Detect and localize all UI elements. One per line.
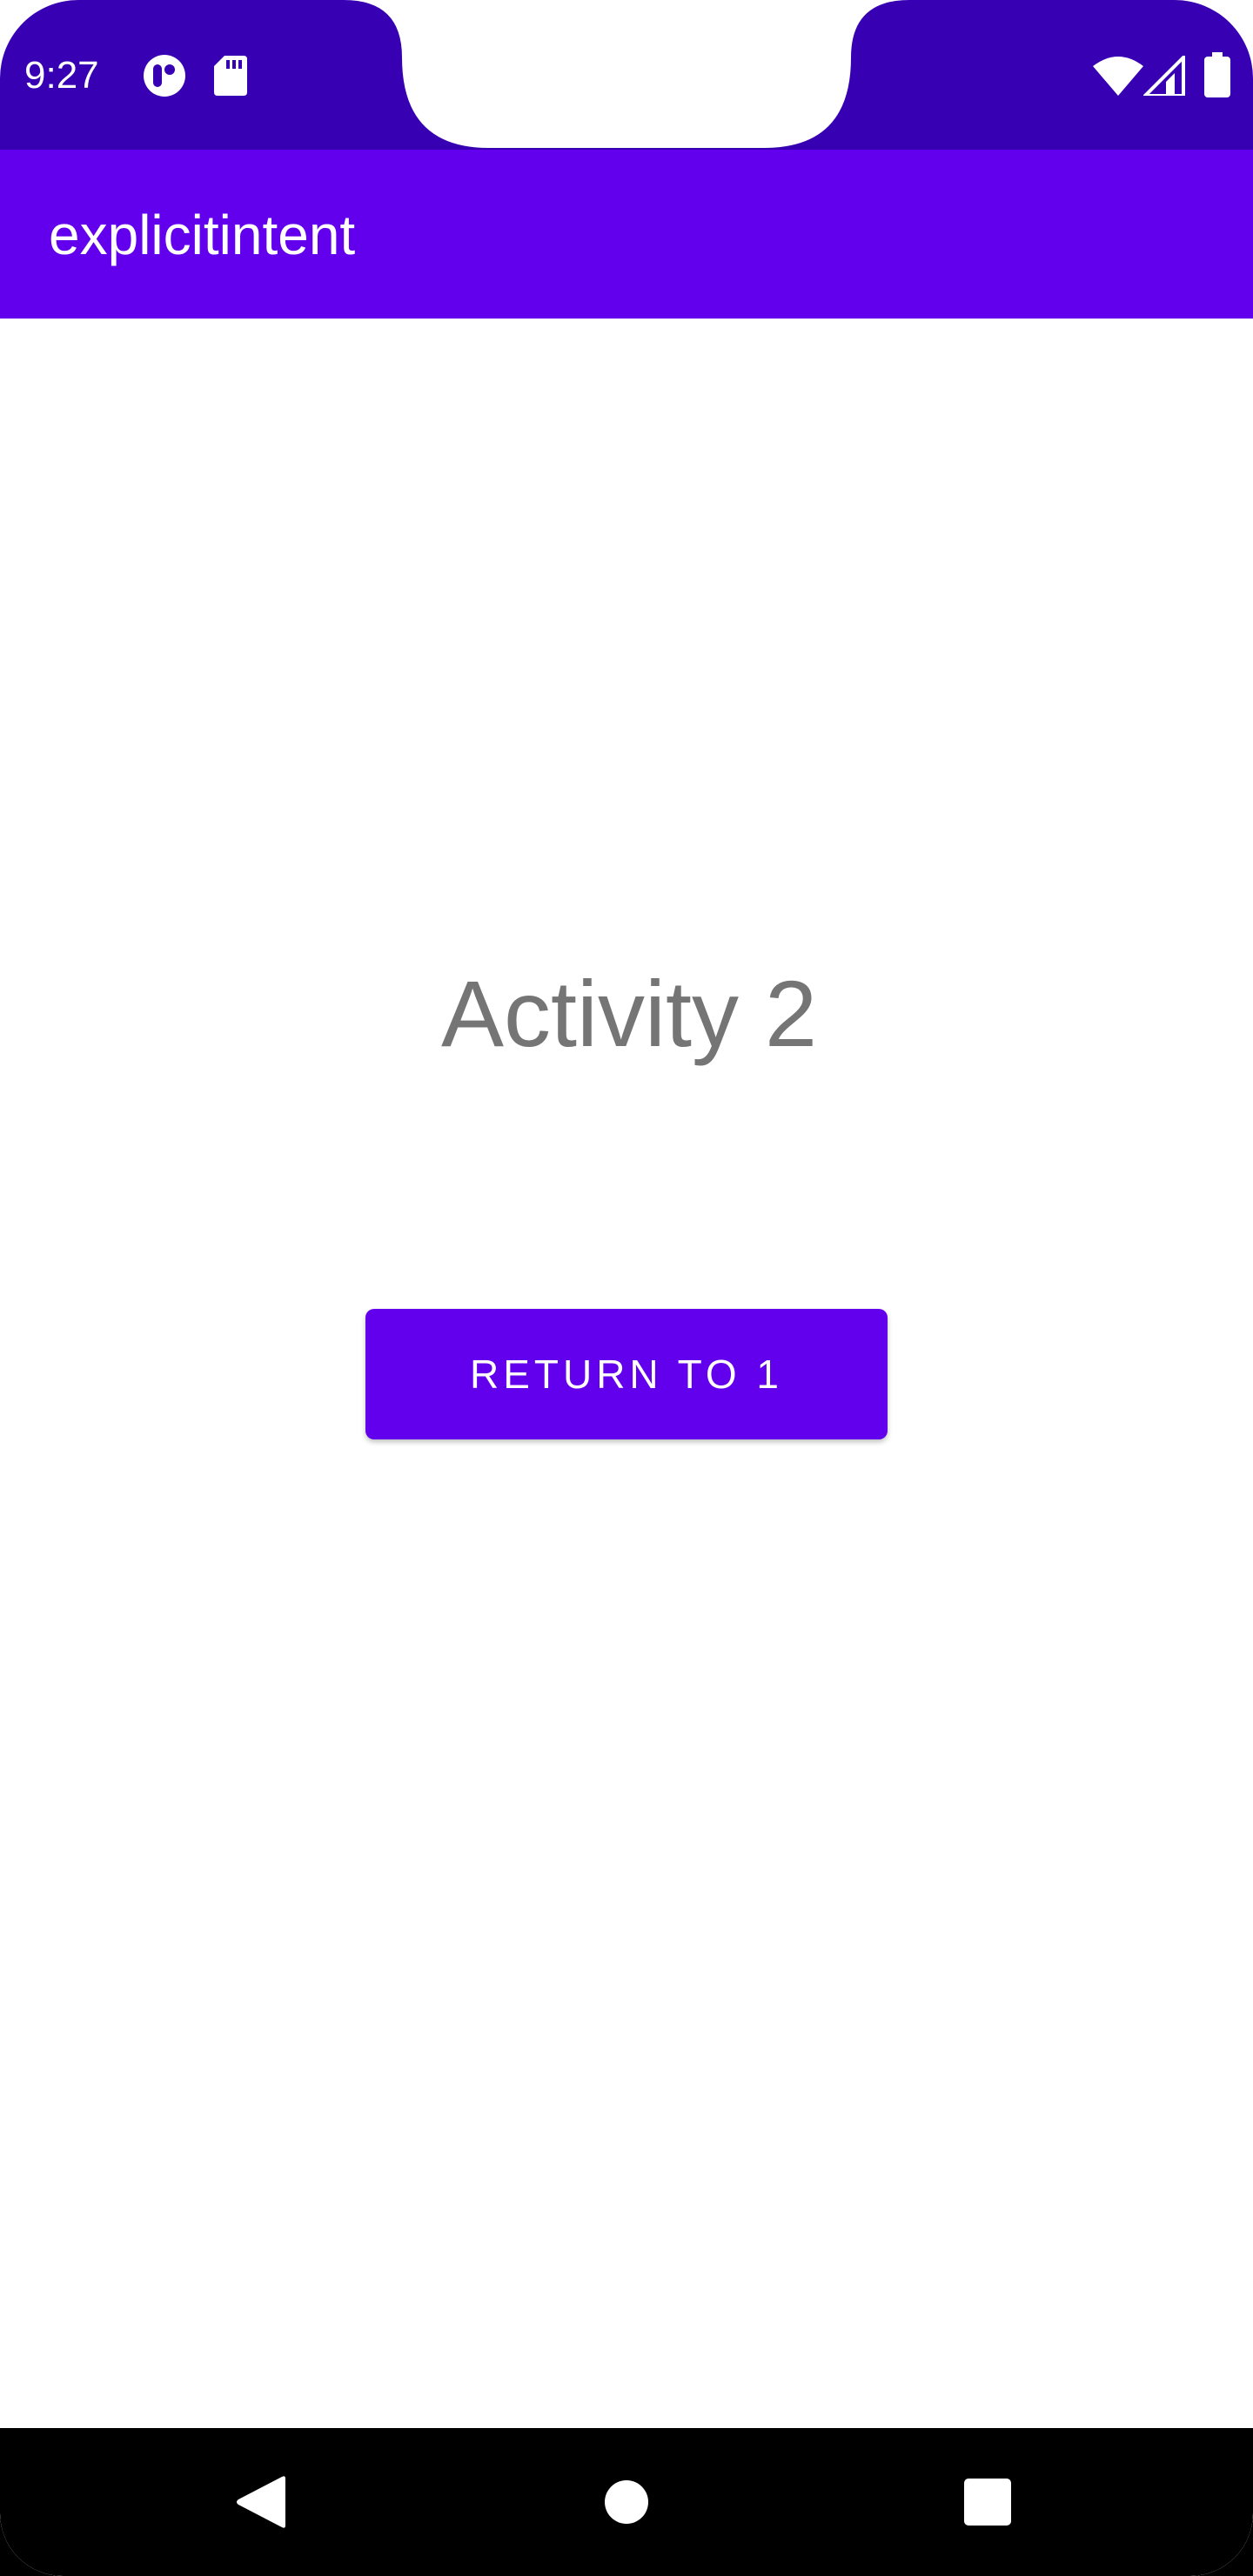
display-notch <box>344 0 909 148</box>
app-bar: explicitintent <box>0 150 1253 319</box>
navigation-bar <box>0 2428 1253 2576</box>
home-icon[interactable] <box>605 2480 648 2524</box>
status-time: 9:27 <box>24 54 99 97</box>
battery-icon <box>1204 52 1230 97</box>
sd-card-icon <box>214 56 247 96</box>
back-icon[interactable] <box>235 2475 285 2529</box>
cell-signal-icon <box>1143 56 1185 96</box>
main-content: Activity 2 RETURN TO 1 <box>0 319 1253 2428</box>
status-bar: 9:27 <box>0 0 1253 150</box>
wifi-icon <box>1093 57 1143 96</box>
recents-icon[interactable] <box>964 2479 1011 2526</box>
app-title: explicitintent <box>49 204 356 266</box>
media-notification-icon <box>144 55 185 97</box>
phone-screen: 9:27 explicitintent Activity 2 RETURN TO… <box>0 0 1253 2576</box>
activity-label: Activity 2 <box>440 961 818 1066</box>
return-to-1-button[interactable]: RETURN TO 1 <box>365 1309 888 1439</box>
